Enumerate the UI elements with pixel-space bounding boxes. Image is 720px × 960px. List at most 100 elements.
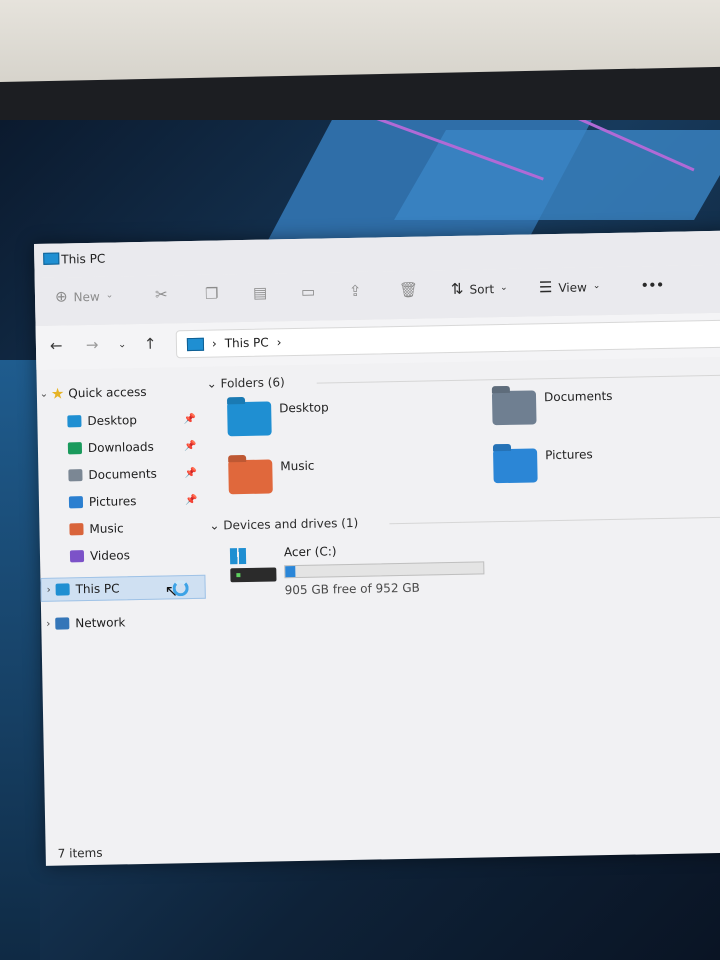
sidebar-item-label: Videos: [89, 548, 131, 563]
folder-label: Music: [280, 458, 315, 474]
cut-button[interactable]: ✂: [154, 285, 168, 304]
scissors-icon: ✂: [154, 285, 168, 304]
sidebar-item-label: Music: [89, 521, 124, 536]
sidebar-item-pictures[interactable]: Pictures 📌: [39, 488, 204, 515]
folders-group-label: Folders (6): [220, 375, 285, 391]
music-folder-icon: [228, 459, 273, 495]
drive-name[interactable]: Acer (C:): [284, 544, 337, 559]
breadcrumb-separator-icon: ›: [211, 336, 217, 351]
item-count: 7 items: [57, 845, 103, 861]
videos-icon: [69, 550, 85, 563]
mouse-pointer-icon: ↖: [164, 581, 179, 601]
new-label: New: [73, 289, 100, 304]
copy-button[interactable]: ❐: [204, 284, 219, 303]
sort-button[interactable]: ⇅ Sort ⌄: [450, 279, 508, 299]
back-arrow-icon[interactable]: ←: [50, 336, 63, 354]
chevron-down-icon[interactable]: ⌄: [37, 388, 51, 399]
chevron-down-icon: ⌄: [500, 282, 508, 294]
sidebar-item-label: Downloads: [87, 439, 154, 456]
navigation-pane: ⌄ ★ Quick access Desktop 📌 Downloads 📌 Docum…: [36, 371, 215, 824]
sort-arrows-icon: ⇅: [450, 279, 464, 299]
sidebar-item-label: This PC: [75, 581, 120, 597]
pin-icon[interactable]: 📌: [185, 494, 198, 505]
pin-icon[interactable]: 📌: [183, 413, 196, 424]
list-view-icon: ☰: [538, 278, 553, 297]
recent-chevron-icon[interactable]: ⌄: [118, 339, 127, 350]
forward-arrow-icon[interactable]: →: [86, 336, 99, 354]
group-divider: [316, 374, 720, 384]
folder-icon: [227, 401, 272, 437]
drive-usage-bar: [284, 561, 485, 579]
pin-icon[interactable]: 📌: [184, 467, 197, 478]
drive-led: [236, 573, 241, 578]
delete-button[interactable]: 🗑: [398, 280, 419, 300]
folder-label: Pictures: [545, 447, 593, 463]
drive-usage-fill: [285, 566, 296, 578]
sidebar-item-downloads[interactable]: Downloads 📌: [38, 434, 203, 461]
file-explorer-window: This PC ⊕ New ⌄ ✂ ❐ ▤ ▭ ⇪ 🗑 ⇅ Sort ⌄ ☰ V…: [34, 230, 720, 866]
folder-tile-music[interactable]: Music: [228, 459, 315, 495]
devices-group-header[interactable]: ⌄ Devices and drives (1): [209, 516, 358, 533]
sidebar-item-documents[interactable]: Documents 📌: [38, 461, 203, 488]
documents-icon: [68, 469, 83, 482]
chevron-down-icon: ⌄: [206, 376, 221, 391]
windows-logo-icon: [229, 547, 247, 565]
network-icon: [55, 617, 70, 630]
view-label: View: [558, 279, 587, 295]
chevron-down-icon: ⌄: [105, 290, 114, 301]
chevron-right-icon[interactable]: ›: [42, 584, 56, 595]
address-bar[interactable]: › This PC ›: [175, 319, 720, 359]
sidebar-item-label: Pictures: [88, 494, 137, 509]
star-icon: ★: [50, 383, 65, 403]
sidebar-item-label: Documents: [88, 466, 157, 482]
sidebar-item-network[interactable]: › Network: [41, 609, 206, 636]
folder-label: Desktop: [279, 400, 329, 416]
sidebar-item-desktop[interactable]: Desktop 📌: [37, 407, 202, 434]
paste-button[interactable]: ▤: [253, 284, 268, 302]
sort-label: Sort: [469, 281, 495, 297]
folders-group-header[interactable]: ⌄ Folders (6): [207, 375, 285, 390]
trash-icon: 🗑: [398, 280, 419, 300]
breadcrumb-this-pc[interactable]: This PC: [225, 336, 269, 351]
copy-icon: ❐: [204, 284, 219, 303]
chevron-down-icon: ⌄: [209, 518, 224, 533]
pictures-folder-icon: [493, 448, 538, 484]
folder-tile-pictures[interactable]: Pictures: [493, 447, 593, 484]
sidebar-item-music[interactable]: Music: [39, 515, 204, 542]
sidebar-item-quick-access[interactable]: ⌄ ★ Quick access: [37, 379, 202, 406]
this-pc-icon: [55, 583, 70, 596]
folder-tile-desktop[interactable]: Desktop: [227, 400, 329, 437]
share-button[interactable]: ⇪: [348, 281, 362, 300]
view-button[interactable]: ☰ View ⌄: [538, 278, 601, 297]
rename-button[interactable]: ▭: [300, 282, 316, 301]
breadcrumb-chevron-icon[interactable]: ›: [277, 335, 282, 349]
pin-icon[interactable]: 📌: [184, 440, 197, 451]
content-area: ⌄ Folders (6) Desktop Documents Music Pi…: [206, 357, 720, 837]
window-title: This PC: [61, 251, 106, 267]
folder-label: Documents: [543, 388, 613, 405]
chevron-down-icon: ⌄: [592, 281, 601, 292]
this-pc-icon: [186, 337, 205, 351]
devices-group-label: Devices and drives (1): [223, 515, 359, 533]
sidebar-item-videos[interactable]: Videos: [40, 542, 205, 569]
drive-icon[interactable]: [229, 547, 279, 588]
chevron-right-icon[interactable]: ›: [41, 618, 55, 629]
plus-circle-icon: ⊕: [54, 287, 68, 306]
music-icon: [69, 523, 84, 536]
up-arrow-icon[interactable]: ↑: [144, 335, 157, 353]
sidebar-item-label: Desktop: [87, 413, 138, 429]
new-button[interactable]: ⊕ New ⌄: [54, 287, 114, 306]
pictures-icon: [68, 496, 84, 509]
more-options-button[interactable]: •••: [641, 278, 664, 292]
wallpaper-shape: [0, 360, 40, 960]
share-icon: ⇪: [348, 281, 362, 300]
sidebar-item-label: Network: [75, 615, 126, 631]
rename-icon: ▭: [300, 282, 316, 301]
folder-tile-documents[interactable]: Documents: [491, 388, 613, 426]
documents-folder-icon: [491, 390, 537, 426]
